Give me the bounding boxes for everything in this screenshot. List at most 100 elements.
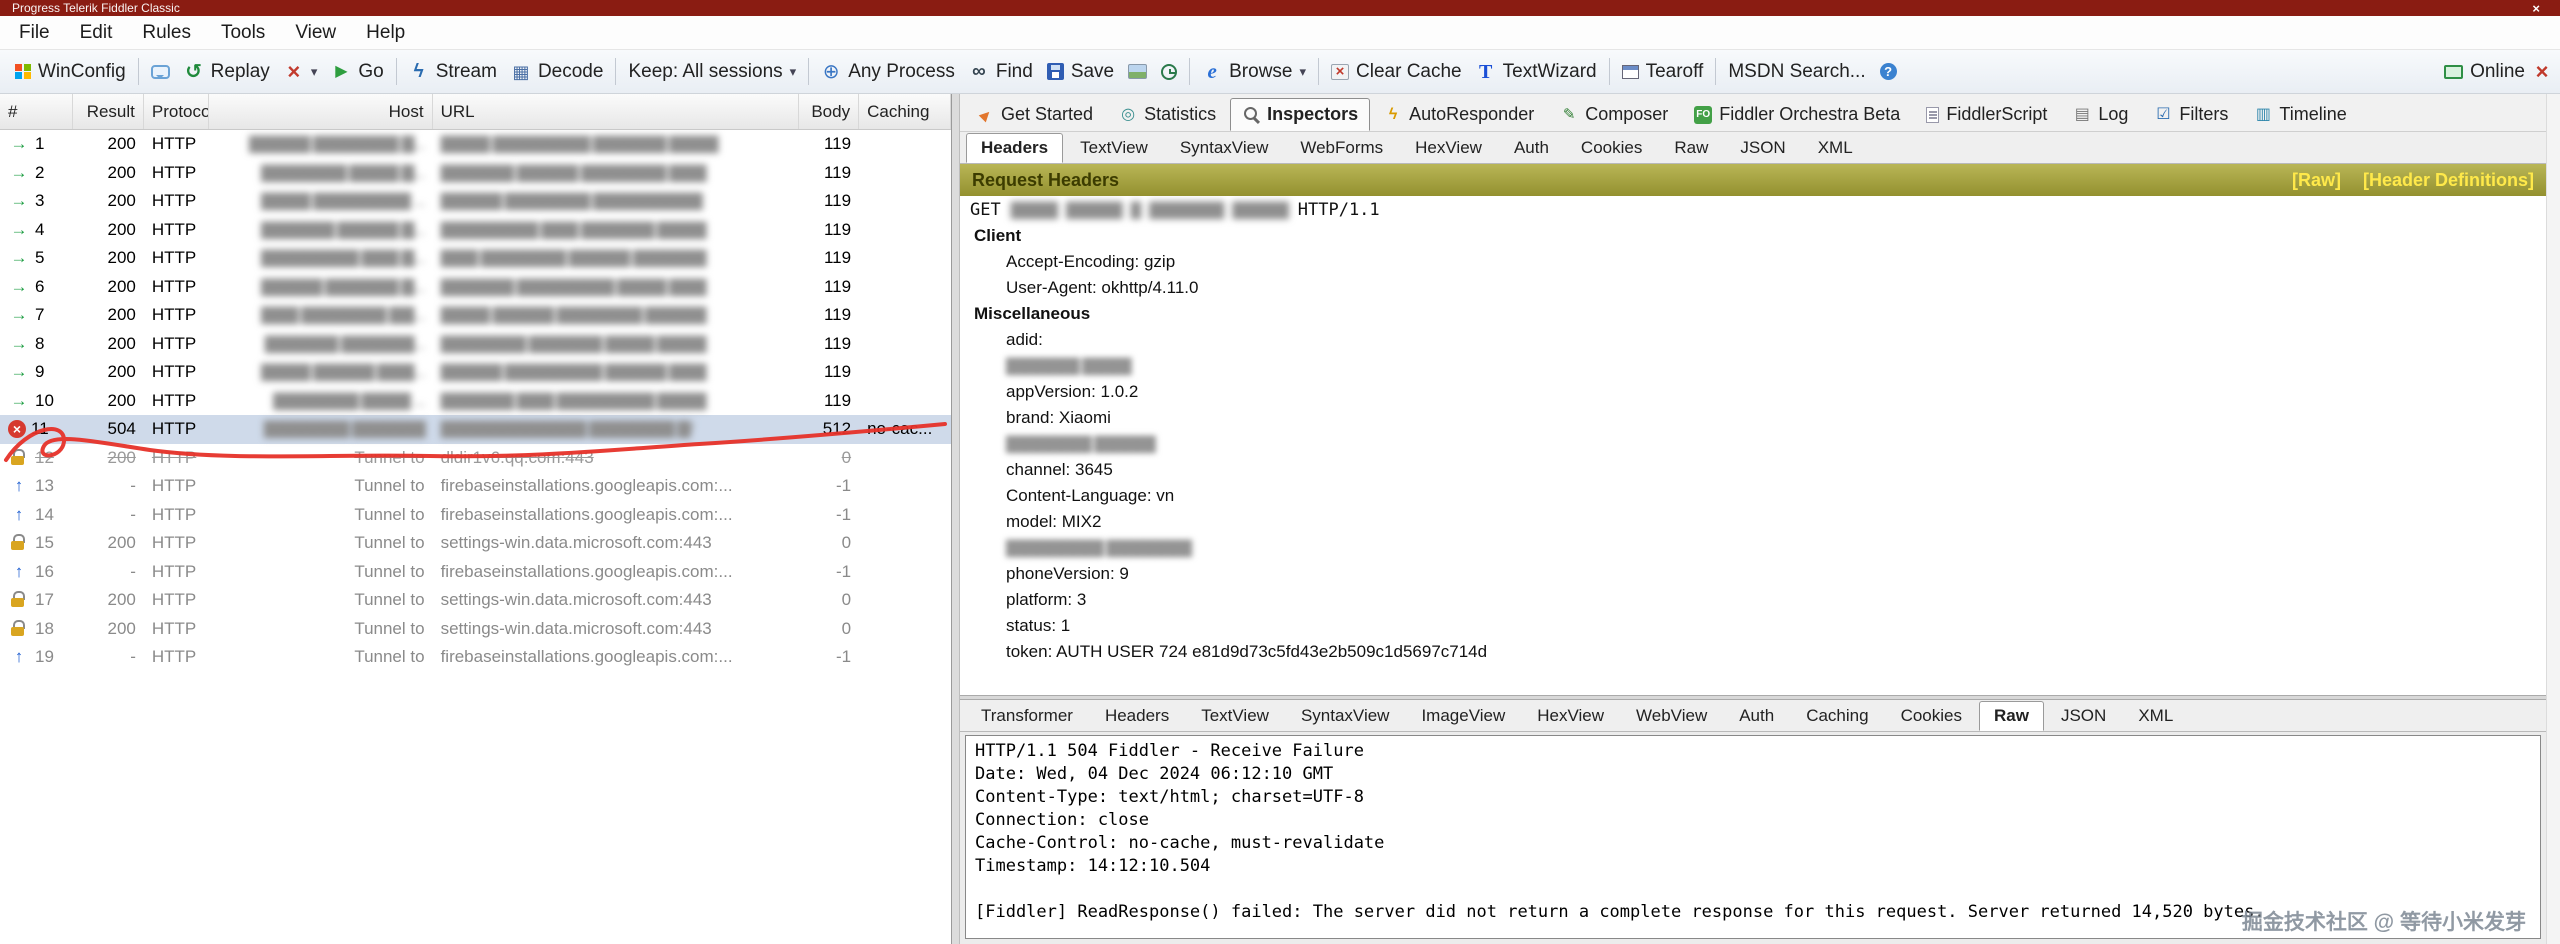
main-tab[interactable]: FiddlerScript [1914, 98, 2059, 131]
menu-item[interactable]: Edit [65, 16, 128, 49]
toolbar-button[interactable] [1121, 61, 1154, 82]
toolbar-button[interactable] [808, 58, 810, 85]
header-line[interactable]: User-Agent: okhttp/4.11.0 [960, 275, 2546, 301]
header-definitions-link[interactable]: [Header Definitions] [2363, 170, 2534, 191]
toolbar-button[interactable] [1318, 58, 1320, 85]
response-inspector-tab[interactable]: Raw [1979, 701, 2044, 731]
toolbar-button[interactable]: Keep: All sessions [621, 58, 803, 86]
toolbar-button[interactable]: TextWizard [1469, 58, 1604, 86]
toolbar-close-icon[interactable] [2532, 62, 2552, 82]
toolbar-button[interactable] [1715, 58, 1717, 85]
response-inspector-tab[interactable]: Headers [1090, 701, 1184, 731]
toolbar-button[interactable]: Clear Cache [1324, 58, 1469, 86]
toolbar-button[interactable]: Decode [504, 58, 611, 86]
request-inspector-tab[interactable]: HexView [1400, 133, 1497, 163]
response-inspector-tab[interactable]: HexView [1522, 701, 1619, 731]
toolbar-button[interactable]: Stream [402, 58, 504, 86]
header-line[interactable]: model: MIX2 [960, 509, 2546, 535]
header-line[interactable]: channel: 3645 [960, 457, 2546, 483]
column-header-protocol[interactable]: Protocol [144, 94, 209, 129]
main-tab[interactable]: AutoResponder [1372, 98, 1546, 131]
session-row[interactable]: 6 200 HTTP ▇▇▇▇▇ ▇▇▇▇▇▇ ▇... ▇▇▇▇▇▇ ▇▇▇▇… [0, 273, 951, 302]
session-row[interactable]: 13 - HTTP Tunnel to firebaseinstallation… [0, 472, 951, 501]
toolbar-button[interactable]: Find [962, 58, 1040, 86]
toolbar-button[interactable]: MSDN Search... [1721, 58, 1872, 86]
header-line[interactable]: Miscellaneous [960, 301, 2546, 327]
column-header-result[interactable]: Result [73, 94, 144, 129]
menu-item[interactable]: Tools [206, 16, 280, 49]
header-line[interactable]: ▇▇▇▇▇▇ ▇▇▇▇ [960, 353, 2546, 379]
main-tab[interactable]: Filters [2142, 98, 2240, 131]
response-inspector-tab[interactable]: Transformer [966, 701, 1088, 731]
toolbar-button[interactable] [395, 58, 397, 85]
session-row[interactable]: 1 200 HTTP ▇▇▇▇▇ ▇▇▇▇▇▇▇ ▇... ▇▇▇▇ ▇▇▇▇▇… [0, 130, 951, 159]
header-line[interactable]: Accept-Encoding: gzip [960, 249, 2546, 275]
main-tab[interactable]: Timeline [2242, 98, 2358, 131]
window-close-button[interactable]: × [2524, 2, 2548, 15]
header-line[interactable]: appVersion: 1.0.2 [960, 379, 2546, 405]
session-row[interactable]: 14 - HTTP Tunnel to firebaseinstallation… [0, 501, 951, 530]
toolbar-button[interactable] [277, 59, 325, 85]
session-row[interactable]: 2 200 HTTP ▇▇▇▇▇▇▇ ▇▇▇▇ ▇... ▇▇▇▇▇▇ ▇▇▇▇… [0, 159, 951, 188]
header-line[interactable]: status: 1 [960, 613, 2546, 639]
toolbar-button[interactable] [1608, 58, 1610, 85]
menu-item[interactable]: Rules [127, 16, 206, 49]
session-row[interactable]: 11 504 HTTP ▇▇▇▇▇▇▇ ▇▇▇▇▇▇ ▇▇▇▇▇▇▇▇▇▇▇▇ … [0, 415, 951, 444]
header-line[interactable]: ▇▇▇▇▇▇▇ ▇▇▇▇▇ [960, 431, 2546, 457]
session-row[interactable]: 5 200 HTTP ▇▇▇▇▇▇▇▇ ▇▇▇ ▇... ▇▇▇ ▇▇▇▇▇▇▇… [0, 244, 951, 273]
toolbar-button[interactable]: Any Process [814, 58, 962, 86]
toolbar-button[interactable] [1189, 58, 1191, 85]
session-row[interactable]: 18 200 HTTP Tunnel to settings-win.data.… [0, 615, 951, 644]
main-tab[interactable]: Get Started [964, 98, 1105, 131]
main-tab[interactable]: Inspectors [1230, 98, 1371, 131]
main-tab[interactable]: Statistics [1107, 98, 1228, 131]
response-inspector-tab[interactable]: Auth [1724, 701, 1789, 731]
column-header-host[interactable]: Host [209, 94, 433, 129]
request-inspector-tab[interactable]: Headers [966, 133, 1064, 163]
header-line[interactable]: ▇▇▇▇▇▇▇▇ ▇▇▇▇▇▇▇ [960, 535, 2546, 561]
header-line[interactable]: phoneVersion: 9 [960, 561, 2546, 587]
menu-item[interactable]: Help [351, 16, 420, 49]
response-inspector-tab[interactable]: WebView [1621, 701, 1722, 731]
request-line[interactable]: GET ▇▇▇▇▇ ▇▇▇▇▇▇ ▇ ▇▇▇▇▇▇▇▇ ▇▇▇▇▇▇ HTTP/… [960, 196, 2546, 223]
session-row[interactable]: 4 200 HTTP ▇▇▇▇▇▇ ▇▇▇▇▇ ▇... ▇▇▇▇▇▇▇▇ ▇▇… [0, 216, 951, 245]
main-tab[interactable]: Fiddler Orchestra Beta [1682, 98, 1912, 131]
request-inspector-tab[interactable]: JSON [1725, 133, 1800, 163]
request-inspector-tab[interactable]: Auth [1499, 133, 1564, 163]
toolbar-button[interactable] [1154, 61, 1184, 83]
header-line[interactable]: brand: Xiaomi [960, 405, 2546, 431]
toolbar-button[interactable]: Replay [177, 58, 277, 86]
request-inspector-tab[interactable]: TextView [1065, 133, 1163, 163]
session-row[interactable]: 8 200 HTTP ▇▇▇▇▇▇ ▇▇▇▇▇▇... ▇▇▇▇▇▇▇ ▇▇▇▇… [0, 330, 951, 359]
toolbar-button[interactable]: Go [324, 58, 390, 86]
response-raw-view[interactable]: HTTP/1.1 504 Fiddler - Receive Failure D… [965, 735, 2541, 939]
response-inspector-tab[interactable]: JSON [2046, 701, 2121, 731]
main-tab[interactable]: Log [2061, 98, 2140, 131]
header-line[interactable]: Content-Language: vn [960, 483, 2546, 509]
vertical-scrollbar[interactable] [2546, 94, 2560, 944]
column-header-number[interactable]: # [0, 94, 73, 129]
session-row[interactable]: 9 200 HTTP ▇▇▇▇ ▇▇▇▇▇ ▇▇▇... ▇▇▇▇▇ ▇▇▇▇▇… [0, 358, 951, 387]
session-row[interactable]: 7 200 HTTP ▇▇▇ ▇▇▇▇▇▇▇ ▇▇... ▇▇▇▇ ▇▇▇▇▇ … [0, 301, 951, 330]
toolbar-button[interactable] [144, 62, 177, 82]
header-line[interactable]: platform: 3 [960, 587, 2546, 613]
panel-splitter[interactable] [952, 94, 960, 944]
toolbar-button[interactable] [615, 58, 617, 85]
response-inspector-tab[interactable]: Caching [1791, 701, 1883, 731]
main-tab[interactable]: Composer [1548, 98, 1680, 131]
session-row[interactable]: 15 200 HTTP Tunnel to settings-win.data.… [0, 529, 951, 558]
menu-item[interactable]: View [280, 16, 351, 49]
response-inspector-tab[interactable]: Cookies [1886, 701, 1977, 731]
header-line[interactable]: token: AUTH USER 724 e81d9d73c5fd43e2b50… [960, 639, 2546, 665]
request-inspector-tab[interactable]: Cookies [1566, 133, 1657, 163]
raw-link[interactable]: [Raw] [2292, 170, 2341, 191]
response-inspector-tab[interactable]: ImageView [1406, 701, 1520, 731]
response-inspector-tab[interactable]: XML [2123, 701, 2188, 731]
response-inspector-tab[interactable]: TextView [1186, 701, 1284, 731]
toolbar-button[interactable]: WinConfig [8, 58, 133, 86]
session-row[interactable]: 10 200 HTTP ▇▇▇▇▇▇▇ ▇▇▇▇ ... ▇▇▇▇▇▇ ▇▇▇ … [0, 387, 951, 416]
session-row[interactable]: 19 - HTTP Tunnel to firebaseinstallation… [0, 643, 951, 672]
request-inspector-tab[interactable]: Raw [1659, 133, 1723, 163]
session-row[interactable]: 17 200 HTTP Tunnel to settings-win.data.… [0, 586, 951, 615]
session-row[interactable]: 12 200 HTTP Tunnel to dldir1v6.qq.com:44… [0, 444, 951, 473]
